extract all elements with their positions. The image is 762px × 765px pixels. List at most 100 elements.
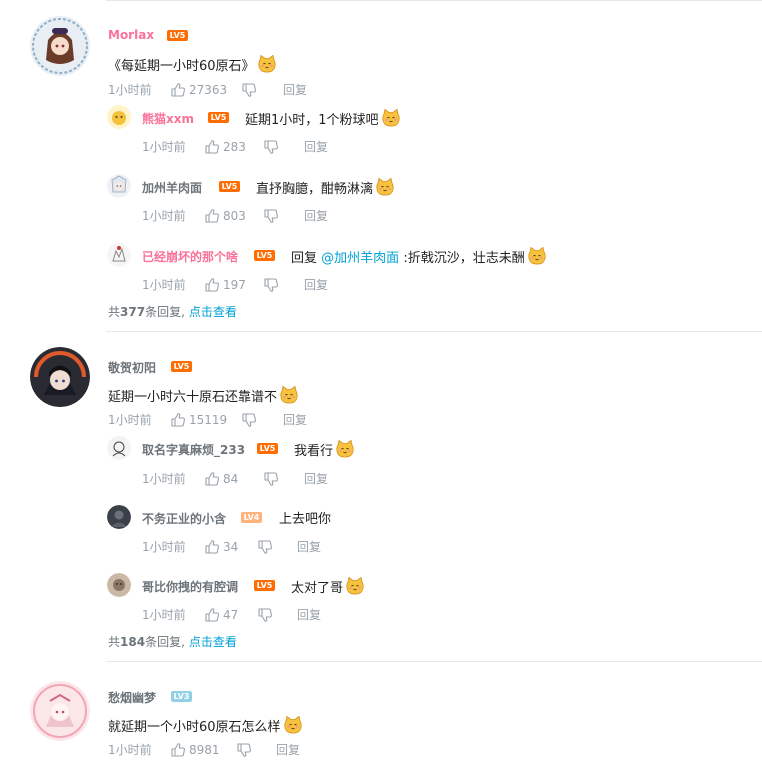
thread-divider (106, 331, 762, 332)
comment-text: 延期一小时六十原石还靠谱不 (108, 385, 299, 405)
cat-face-emoji-icon (527, 246, 547, 266)
thumb-down-icon[interactable] (241, 412, 257, 428)
level-badge: LV5 (208, 112, 229, 123)
reply-meta: 1小时前 84 回复 (142, 471, 362, 487)
level-badge: LV5 (219, 181, 240, 192)
top-divider (106, 0, 762, 1)
avatar[interactable] (30, 681, 90, 741)
username[interactable]: 不务正业的小含 (142, 510, 226, 527)
cat-face-emoji-icon (279, 385, 299, 405)
thumb-down-icon[interactable] (263, 139, 279, 155)
thumb-down-icon[interactable] (263, 208, 279, 224)
thumb-up-icon[interactable] (204, 139, 220, 155)
timestamp: 1小时前 (142, 540, 186, 554)
view-more-link[interactable]: 点击查看 (189, 635, 237, 649)
thumb-down-icon[interactable] (236, 742, 252, 758)
thumb-up-icon[interactable] (170, 82, 186, 98)
username[interactable]: 加州羊肉面 (142, 179, 202, 196)
reply-button[interactable]: 回复 (304, 277, 328, 293)
like-count: 15119 (189, 413, 228, 427)
thumb-up-icon[interactable] (204, 607, 220, 623)
comment-text: 《每延期一小时60原石》 (108, 54, 277, 74)
reply-button[interactable]: 回复 (283, 412, 307, 428)
thumb-up-icon[interactable] (204, 208, 220, 224)
reply-button[interactable]: 回复 (297, 539, 321, 555)
timestamp: 1小时前 (142, 209, 186, 223)
reply-button[interactable]: 回复 (304, 208, 328, 224)
like-count: 47 (223, 608, 239, 622)
username[interactable]: 已经崩坏的那个啥 (142, 248, 238, 265)
level-badge: LV4 (241, 512, 262, 523)
view-more-link[interactable]: 点击查看 (189, 305, 237, 319)
like-count: 34 (223, 540, 239, 554)
thumb-down-icon[interactable] (257, 607, 273, 623)
username[interactable]: 取名字真麻烦_233 (142, 441, 245, 458)
cat-face-emoji-icon (345, 576, 365, 596)
thumb-down-icon[interactable] (241, 82, 257, 98)
thumb-up-icon[interactable] (170, 412, 186, 428)
reply-button[interactable]: 回复 (304, 139, 328, 155)
reply-meta: 1小时前 803 回复 (142, 208, 362, 224)
reply-meta: 1小时前 197 回复 (142, 277, 362, 293)
cat-face-emoji-icon (381, 108, 401, 128)
thumb-up-icon[interactable] (204, 471, 220, 487)
timestamp: 1小时前 (108, 413, 152, 427)
timestamp: 1小时前 (142, 278, 186, 292)
avatar[interactable] (30, 16, 90, 76)
username[interactable]: 愁烟幽梦 (108, 689, 156, 706)
cat-face-emoji-icon (257, 54, 277, 74)
comment-meta: 1小时前 8981 回复 (108, 742, 358, 758)
thumb-down-icon[interactable] (257, 539, 273, 555)
like-count: 84 (223, 472, 239, 486)
username[interactable]: 敬贺初阳 (108, 359, 156, 376)
more-replies: 共184条回复, 点击查看 (108, 635, 237, 649)
reply-button[interactable]: 回复 (297, 607, 321, 623)
reply-text: 延期1小时，1个粉球吧 (245, 108, 401, 128)
timestamp: 1小时前 (108, 743, 152, 757)
thumb-down-icon[interactable] (263, 471, 279, 487)
reply-text: 太对了哥 (291, 576, 365, 596)
avatar[interactable] (107, 573, 131, 597)
thumb-up-icon[interactable] (204, 539, 220, 555)
cat-face-emoji-icon (335, 439, 355, 459)
avatar[interactable] (107, 436, 131, 460)
timestamp: 1小时前 (108, 83, 152, 97)
level-badge: LV3 (171, 691, 192, 702)
avatar[interactable] (107, 174, 131, 198)
comment-meta: 1小时前 27363 回复 (108, 82, 358, 98)
like-count: 8981 (189, 743, 220, 757)
avatar[interactable] (107, 105, 131, 129)
avatar[interactable] (107, 243, 131, 267)
timestamp: 1小时前 (142, 608, 186, 622)
timestamp: 1小时前 (142, 472, 186, 486)
reply-text: 我看行 (294, 439, 355, 459)
like-count: 27363 (189, 83, 228, 97)
comment-text: 就延期一个小时60原石怎么样 (108, 715, 303, 735)
avatar[interactable] (107, 505, 131, 529)
cat-face-emoji-icon (283, 715, 303, 735)
reply-meta: 1小时前 34 回复 (142, 539, 362, 555)
username[interactable]: 熊猫xxm (142, 110, 194, 127)
like-count: 283 (223, 140, 246, 154)
level-badge: LV5 (254, 250, 275, 261)
like-count: 197 (223, 278, 246, 292)
mention-link[interactable]: @加州羊肉面 (321, 251, 399, 266)
reply-button[interactable]: 回复 (276, 742, 300, 758)
reply-text: 回复 @加州羊肉面 :折戟沉沙，壮志未酬 (291, 246, 547, 266)
reply-button[interactable]: 回复 (304, 471, 328, 487)
username[interactable]: Morlax (108, 28, 154, 42)
username[interactable]: 哥比你拽的有腔调 (142, 578, 238, 595)
like-count: 803 (223, 209, 246, 223)
level-badge: LV5 (171, 361, 192, 372)
reply-meta: 1小时前 283 回复 (142, 139, 362, 155)
level-badge: LV5 (257, 443, 278, 454)
thumb-up-icon[interactable] (170, 742, 186, 758)
reply-text: 直抒胸臆，酣畅淋漓 (256, 177, 395, 197)
avatar[interactable] (30, 347, 90, 407)
more-replies: 共377条回复, 点击查看 (108, 305, 237, 319)
thumb-up-icon[interactable] (204, 277, 220, 293)
thread-divider (106, 661, 762, 662)
timestamp: 1小时前 (142, 140, 186, 154)
thumb-down-icon[interactable] (263, 277, 279, 293)
reply-button[interactable]: 回复 (283, 82, 307, 98)
